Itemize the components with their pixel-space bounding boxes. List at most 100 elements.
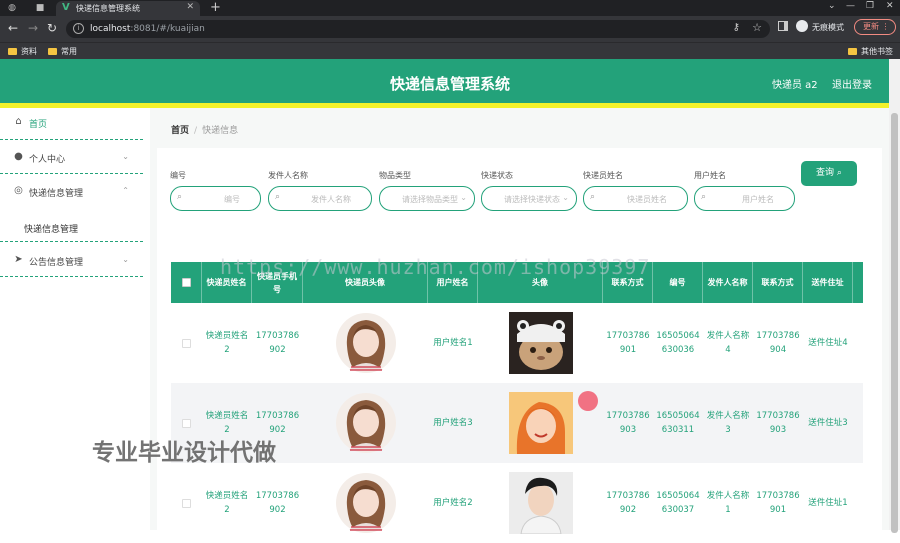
key-icon[interactable]: ⚷	[733, 22, 740, 33]
cell-user-name: 用户姓名2	[433, 498, 473, 508]
logout-link[interactable]: 退出登录	[832, 76, 872, 91]
cell-sender: 发件人名称3	[706, 411, 750, 435]
search-code-input[interactable]: ⌕ 编号	[170, 186, 261, 211]
search-courier-input[interactable]: ⌕ 快递员姓名	[583, 186, 688, 211]
table-row[interactable]: 快递员姓名2 17703786902 用户姓名1 17703786901 165…	[171, 303, 863, 383]
submenu-express-manage[interactable]: 快递信息管理	[0, 210, 143, 242]
folder-icon	[48, 48, 57, 55]
incognito-icon	[796, 20, 808, 32]
bookmark-folder-other[interactable]: 其他书签	[848, 46, 893, 57]
current-user: 快递员 a2	[772, 80, 818, 91]
cell-courier-name: 快递员姓名2	[205, 331, 249, 355]
select-all-checkbox[interactable]	[171, 262, 202, 303]
address-bar-row: ← → ↻ i localhost:8081/#/kuaijian ⚷ ☆ 无痕…	[0, 16, 900, 42]
table-row[interactable]: 快递员姓名2 17703786902 用户姓名2 17703786902 165…	[171, 463, 863, 543]
col-header: 送件住址	[803, 262, 853, 303]
bookmark-star-icon[interactable]: ☆	[752, 21, 762, 34]
sidebar-item-home[interactable]: ⌂ 首页	[0, 108, 143, 140]
cell-contact-2: 17703786903	[756, 411, 800, 435]
woman-photo-image	[508, 392, 573, 454]
courier-avatar	[303, 463, 428, 543]
home-icon: ⌂	[15, 116, 22, 127]
caption-overlay: 专业毕业设计代做	[92, 440, 276, 466]
chevron-down-icon: ⌄	[122, 152, 129, 161]
reload-icon[interactable]: ↻	[47, 22, 57, 34]
sidebar-item-express[interactable]: ◎ 快递信息管理 ⌃	[0, 176, 143, 208]
window-chevron-icon[interactable]: ⌄	[828, 1, 836, 11]
cell-contact: 17703786902	[606, 491, 650, 515]
search-sender-input[interactable]: ⌕ 发件人名称	[268, 186, 372, 211]
cell-user-name: 用户姓名3	[433, 418, 473, 428]
update-button[interactable]: 更新 ⋮	[854, 19, 896, 35]
breadcrumb: 首页 / 快递信息	[171, 126, 239, 136]
field-label: 快递状态	[481, 171, 513, 180]
field-label: 用户姓名	[694, 171, 726, 180]
back-icon[interactable]: ←	[8, 22, 18, 34]
vue-logo-icon: V	[62, 2, 70, 13]
cell-contact: 17703786901	[606, 331, 650, 355]
url-field[interactable]: i localhost:8081/#/kuaijian ⚷ ☆	[66, 20, 770, 38]
sidebar-item-label: 个人中心	[29, 155, 66, 165]
tab-close-icon[interactable]: ✕	[186, 2, 194, 12]
side-panel-icon[interactable]	[778, 21, 788, 31]
sidebar-item-profile[interactable]: ● 个人中心 ⌄	[0, 142, 143, 174]
minimize-icon[interactable]: —	[846, 1, 855, 11]
sidebar-item-label: 快递信息管理	[29, 189, 84, 199]
search-user-input[interactable]: ⌕ 用户姓名	[694, 186, 795, 211]
chevron-up-icon: ⌃	[122, 186, 129, 195]
tab-square-icon[interactable]: ■	[34, 2, 46, 14]
cell-sender: 发件人名称4	[706, 331, 750, 355]
sidebar-item-label: 首页	[29, 120, 48, 130]
search-icon: ⌕	[177, 192, 183, 202]
site-info-icon[interactable]: i	[73, 23, 84, 34]
row-checkbox[interactable]	[171, 303, 202, 383]
courier-avatar	[303, 383, 428, 463]
user-avatar	[478, 303, 603, 383]
globe-icon: ◎	[14, 185, 23, 196]
search-icon: ⌕	[701, 192, 707, 202]
cell-courier-phone: 17703786902	[255, 331, 300, 355]
breadcrumb-home[interactable]: 首页	[171, 126, 189, 136]
sidebar-item-label: 公告信息管理	[29, 258, 84, 268]
tab-title: 快递信息管理系统	[76, 4, 140, 13]
breadcrumb-current: 快递信息	[202, 126, 239, 136]
cell-courier-phone: 17703786902	[255, 491, 300, 515]
item-type-select[interactable]: 请选择物品类型 ⌄	[379, 186, 475, 211]
cell-courier-name: 快递员姓名2	[205, 491, 249, 515]
browser-tab-active[interactable]: V 快递信息管理系统 ✕	[56, 1, 200, 16]
cursor-highlight	[578, 391, 598, 411]
restore-icon[interactable]: ❐	[866, 1, 874, 11]
cat-photo-image	[508, 312, 573, 374]
cell-contact-2: 17703786904	[756, 331, 800, 355]
bookmarks-bar: 资料 常用 其他书签	[0, 42, 900, 59]
row-checkbox[interactable]	[171, 463, 202, 543]
girl-avatar-image	[335, 473, 396, 533]
col-header-overflow	[853, 262, 863, 303]
field-label: 编号	[170, 171, 186, 180]
forward-icon[interactable]: →	[28, 22, 38, 34]
man-photo-image	[508, 472, 573, 534]
bookmark-folder-1[interactable]: 常用	[48, 46, 77, 57]
user-icon: ●	[14, 151, 23, 162]
chrome-menu-icon[interactable]: ◍	[6, 2, 18, 14]
scrollbar-thumb[interactable]	[891, 113, 898, 533]
window-close-icon[interactable]: ✕	[886, 1, 894, 11]
query-button[interactable]: 查询 ⌕	[801, 161, 857, 186]
bookmark-folder-0[interactable]: 资料	[8, 46, 37, 57]
cell-code: 16505064630036	[656, 331, 700, 355]
cell-address: 送件住址4	[808, 338, 848, 348]
cell-code: 16505064630311	[656, 411, 700, 435]
content-panel: 编号 ⌕ 编号 发件人名称 ⌕ 发件人名称 物品类型 请选择物品类型 ⌄ 快递状…	[157, 148, 882, 534]
chevron-down-icon: ⌄	[562, 193, 569, 202]
express-status-select[interactable]: 请选择快递状态 ⌄	[481, 186, 577, 211]
page-scrollbar[interactable]	[889, 59, 900, 533]
sidebar-item-notice[interactable]: ➤ 公告信息管理 ⌄	[0, 245, 143, 277]
chevron-down-icon: ⌄	[460, 193, 467, 202]
profile-label: 无痕模式	[812, 23, 844, 32]
col-header: 发件人名称	[703, 262, 753, 303]
cell-user-name: 用户姓名1	[433, 338, 473, 348]
new-tab-icon[interactable]: +	[210, 0, 221, 15]
col-header: 联系方式	[753, 262, 803, 303]
folder-icon	[848, 48, 857, 55]
cell-contact-2: 17703786901	[756, 491, 800, 515]
